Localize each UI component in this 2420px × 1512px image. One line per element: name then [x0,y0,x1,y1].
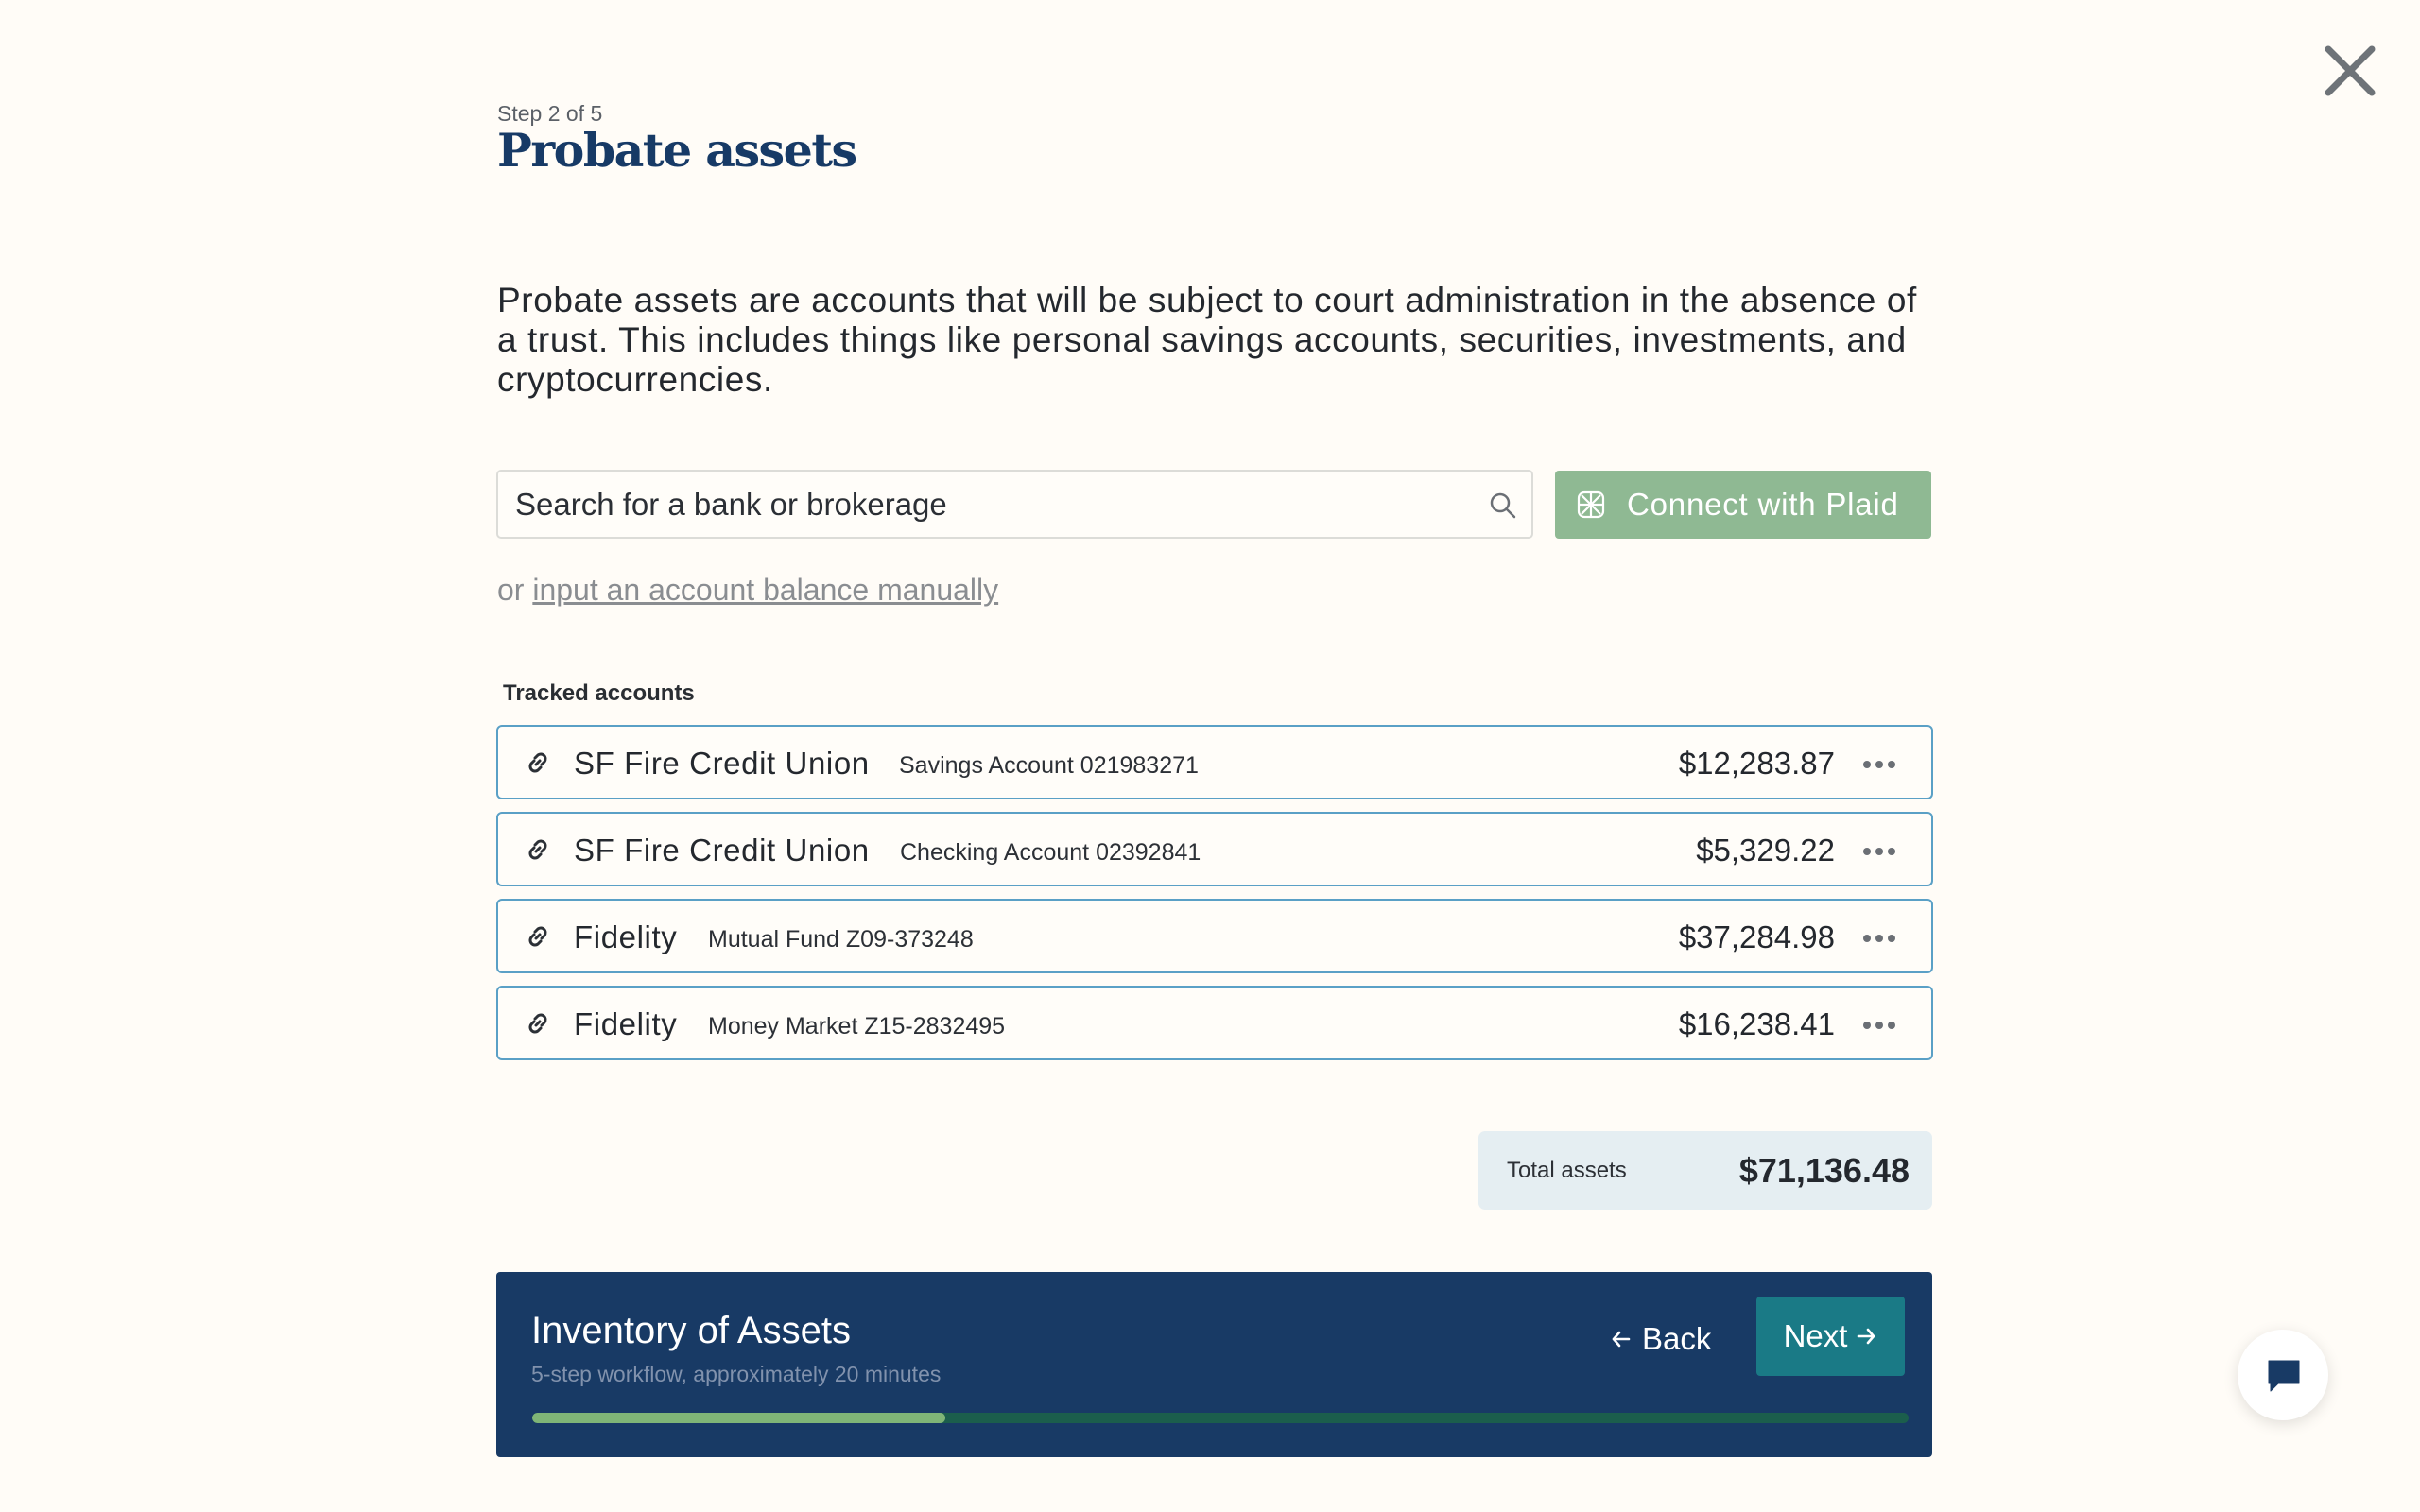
chat-button[interactable] [2238,1330,2328,1420]
page-title: Probate assets [497,123,857,178]
link-icon [528,839,547,860]
total-assets-summary: Total assets $71,136.48 [1478,1131,1932,1210]
account-row[interactable]: SF Fire Credit Union Checking Account 02… [496,812,1933,886]
workflow-subtitle: 5-step workflow, approximately 20 minute… [531,1362,942,1386]
link-icon [528,926,547,947]
intro-paragraph: Probate assets are accounts that will be… [497,281,1917,399]
connect-plaid-label: Connect with Plaid [1627,487,1899,522]
arrow-left-icon [1612,1331,1631,1348]
back-button-label: Back [1642,1321,1712,1356]
close-button[interactable] [2321,42,2379,100]
total-assets-label: Total assets [1507,1158,1627,1183]
account-institution: Fidelity [574,1006,678,1041]
chat-bubble-icon [2268,1360,2300,1392]
account-description: Checking Account 02392841 [900,839,1201,866]
manual-entry-link[interactable]: input an account balance manually [532,573,998,607]
account-institution: SF Fire Credit Union [574,746,870,781]
account-row[interactable]: SF Fire Credit Union Savings Account 021… [496,725,1933,799]
connect-plaid-button[interactable]: Connect with Plaid [1555,471,1931,539]
account-description: Mutual Fund Z09-373248 [708,926,974,953]
more-options-button[interactable] [1863,761,1895,768]
account-institution: Fidelity [574,919,678,954]
next-button-label: Next [1783,1318,1848,1353]
search-field[interactable] [496,470,1533,539]
link-icon [528,752,547,773]
manual-prefix: or [497,573,525,607]
manual-entry-line: or input an account balance manually [497,573,998,608]
account-balance: $37,284.98 [1678,919,1835,954]
account-balance: $16,238.41 [1678,1006,1835,1041]
account-row[interactable]: Fidelity Money Market Z15-2832495 $16,23… [496,986,1933,1060]
tracked-accounts-list: SF Fire Credit Union Savings Account 021… [496,725,1933,1073]
search-input[interactable] [515,472,1461,537]
link-icon [528,1013,547,1034]
more-options-button[interactable] [1863,1022,1895,1029]
account-description: Savings Account 021983271 [899,752,1199,779]
back-button[interactable]: Back [1610,1317,1711,1361]
close-icon [2325,45,2376,96]
account-balance: $12,283.87 [1678,746,1835,781]
account-row[interactable]: Fidelity Mutual Fund Z09-373248 $37,284.… [496,899,1933,973]
next-button[interactable]: Next [1756,1297,1905,1376]
workflow-title: Inventory of Assets [531,1310,851,1351]
more-options-button[interactable] [1863,848,1895,855]
more-options-button[interactable] [1863,935,1895,942]
account-description: Money Market Z15-2832495 [708,1013,1006,1040]
tracked-accounts-heading: Tracked accounts [503,680,695,706]
total-assets-value: $71,136.48 [1738,1151,1910,1190]
workflow-footer: Inventory of Assets 5-step workflow, app… [496,1272,1932,1457]
arrow-right-icon [1858,1328,1876,1345]
plaid-logo-icon [1577,490,1605,519]
workflow-progress-bar [532,1413,1909,1423]
workflow-progress-fill [532,1413,945,1423]
search-icon[interactable] [1488,490,1518,521]
account-balance: $5,329.22 [1696,833,1835,868]
account-institution: SF Fire Credit Union [574,833,870,868]
